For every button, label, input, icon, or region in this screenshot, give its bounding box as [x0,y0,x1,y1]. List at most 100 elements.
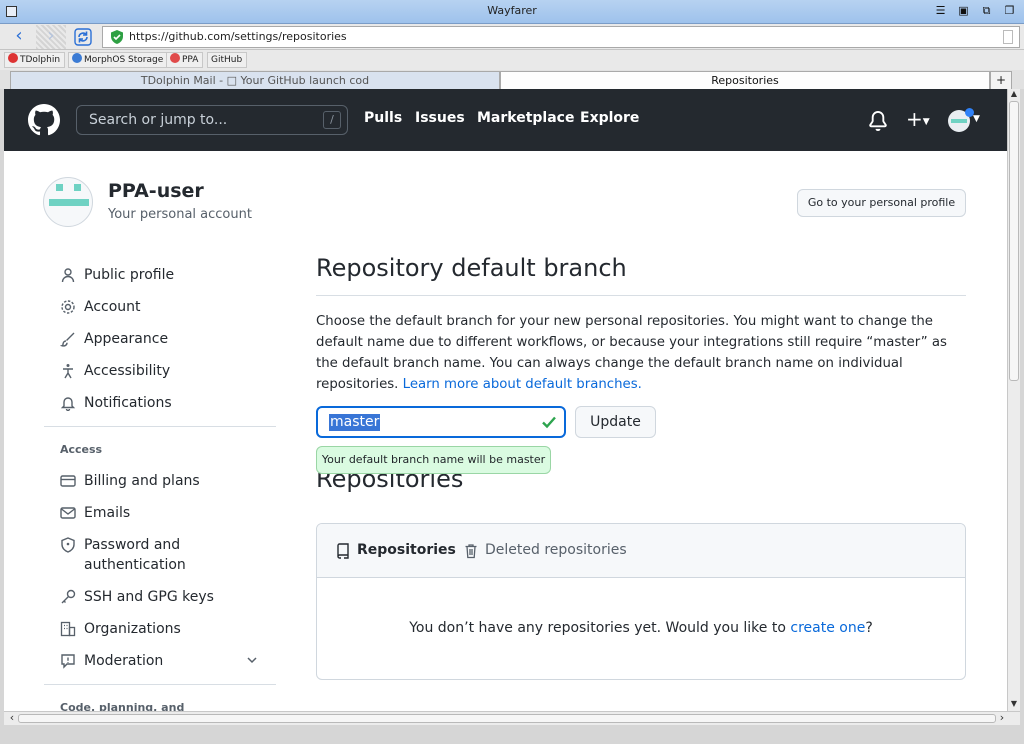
scroll-up-icon[interactable]: ▲ [1008,89,1020,101]
bookmark-tdolphin[interactable]: TDolphin [4,52,66,68]
browser-tabs: TDolphin Mail - □ Your GitHub launch cod… [0,70,1024,89]
address-bar[interactable]: https://github.com/settings/repositories [102,26,1020,48]
sidebar-item-label: Moderation [84,653,164,669]
horizontal-scrollbar[interactable]: ‹ › [4,711,1020,725]
repo-tab-label: Repositories [357,542,456,558]
notifications-bell-icon[interactable] [868,111,888,131]
repo-tabs: Repositories Deleted repositories [317,524,965,578]
scroll-right-icon[interactable]: › [996,712,1008,725]
bookmark-label: GitHub [211,55,243,65]
sidebar-heading-code: Code, planning, and [60,701,185,711]
nav-issues[interactable]: Issues [415,110,465,126]
bookmark-label: MorphOS Storage [84,55,164,65]
credit-card-icon [60,475,76,487]
empty-state-end: ? [865,620,873,636]
bookmark-label: PPA [182,55,199,65]
search-placeholder: Search or jump to... [89,112,228,128]
back-icon[interactable]: ‹ [4,25,34,49]
learn-more-link[interactable]: Learn more about default branches. [403,377,642,392]
morphos-icon [72,53,82,63]
window-zoom-icon[interactable]: ⧉ [980,5,993,18]
scroll-left-icon[interactable]: ‹ [6,712,18,725]
github-header: Search or jump to... / Pulls Issues Mark… [4,89,1007,151]
search-shortcut-key: / [323,111,341,129]
report-icon [61,654,75,669]
update-button[interactable]: Update [575,406,656,438]
sidebar-item-label: Notifications [84,395,172,411]
vertical-scroll-thumb[interactable] [1009,101,1019,381]
plus-icon: + [906,107,923,131]
person-icon [61,268,75,283]
bookmark-github[interactable]: GitHub [207,52,248,68]
forward-icon[interactable]: › [36,25,66,49]
empty-state-text: You don’t have any repositories yet. Wou… [409,620,791,636]
default-branch-description: Choose the default branch for your new p… [316,311,966,395]
sidebar-item-label: SSH and GPG keys [84,589,214,605]
github-search-input[interactable]: Search or jump to... / [76,105,348,135]
status-bar [0,726,1024,744]
github-logo-icon[interactable] [28,104,60,136]
avatar-caret-down-icon[interactable]: ▼ [973,114,980,124]
branch-input-value: master [329,414,381,431]
sidebar-divider [44,684,276,685]
shield-icon [61,537,75,553]
account-avatar [43,177,93,227]
window-depth-icon[interactable]: ❐ [1003,5,1016,18]
browser-navbar: ‹ › https://github.com/settings/reposito… [0,24,1024,50]
nav-explore[interactable]: Explore [580,110,639,126]
heading-divider [316,295,966,296]
sidebar-item-label: Accessibility [84,363,171,379]
window-titlebar: Wayfarer ☰ ▣ ⧉ ❐ [0,0,1024,24]
reload-icon[interactable] [68,25,98,49]
key-icon [61,589,76,604]
sidebar-divider [44,426,276,427]
sidebar-item-label: Emails [84,505,131,521]
default-branch-input[interactable]: master [316,406,566,438]
window-menu-icon[interactable]: ☰ [934,5,947,18]
check-icon [542,416,556,429]
mail-icon [60,507,76,519]
personal-profile-button[interactable]: Go to your personal profile [797,189,966,217]
secure-shield-icon [111,30,123,44]
sidebar-heading-access: Access [60,443,103,456]
sidebar-item-label: Appearance [84,331,169,347]
tab-repositories[interactable]: Repositories [500,71,990,89]
repo-icon [337,543,349,559]
trash-icon [465,544,477,559]
window-iconify-icon[interactable]: ▣ [957,5,970,18]
empty-state-message: You don’t have any repositories yet. Wou… [317,620,965,636]
create-new-button[interactable]: +▼ [906,107,930,131]
repo-tab-label: Deleted repositories [485,542,627,558]
sidebar-item-label: Billing and plans [84,473,200,489]
default-branch-heading: Repository default branch [316,254,627,282]
page-viewport: Search or jump to... / Pulls Issues Mark… [4,89,1007,711]
sidebar-item-label: Password and [84,537,181,553]
gear-icon [61,300,75,314]
bookmark-morphos-storage[interactable]: MorphOS Storage [68,52,169,68]
chevron-down-icon[interactable] [246,654,258,666]
bookmark-label: TDolphin [20,55,61,65]
sidebar-item-label: Organizations [84,621,181,637]
horizontal-scroll-thumb[interactable] [18,714,996,723]
bell-icon [60,397,76,411]
account-subtitle: Your personal account [108,207,252,222]
tab-tdolphin-mail[interactable]: TDolphin Mail - □ Your GitHub launch cod [10,71,500,89]
sidebar-item-label: Public profile [84,267,175,283]
branch-validation-tooltip: Your default branch name will be master [316,446,551,474]
sidebar-item-label: Account [84,299,141,315]
bookmark-ppa[interactable]: PPA [166,52,204,68]
vertical-scrollbar[interactable]: ▲ ▼ [1007,89,1020,711]
url-text: https://github.com/settings/repositories [129,30,347,43]
scroll-down-icon[interactable]: ▼ [1008,699,1020,711]
create-one-link[interactable]: create one [790,620,865,636]
bookmark-page-icon[interactable] [1003,30,1013,44]
ppa-icon [170,53,180,63]
organization-icon [60,621,76,637]
repositories-box: Repositories Deleted repositories You do… [316,523,966,680]
account-name: PPA-user [108,180,204,202]
paintbrush-icon [60,332,75,347]
bookmarks-bar: TDolphin MorphOS Storage PPA GitHub [0,50,1024,70]
nav-pulls[interactable]: Pulls [364,110,402,126]
new-tab-button[interactable]: + [990,71,1012,89]
nav-marketplace[interactable]: Marketplace [477,110,574,126]
